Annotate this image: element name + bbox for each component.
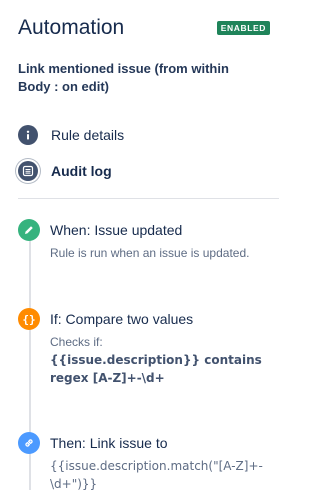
nav-label-rule-details: Rule details: [51, 127, 125, 143]
nav-label-audit-log: Audit log: [51, 163, 112, 179]
step-title: Then: Link issue to: [50, 435, 168, 451]
step-description: Checks if: {{issue.description}} contain…: [50, 333, 275, 387]
rule-name: Link mentioned issue (from within Body :…: [18, 61, 229, 94]
step-title: If: Compare two values: [50, 311, 194, 327]
list-icon: [18, 161, 38, 181]
automation-panel: Automation ENABLED Link mentioned issue …: [0, 0, 285, 495]
pencil-icon: [18, 219, 40, 241]
step-description-condition: {{issue.description}} contains regex [A-…: [50, 353, 262, 385]
divider: [18, 198, 279, 199]
link-icon: [18, 432, 40, 454]
step-description: {{issue.description.match("[A-Z]+-\d+")}…: [50, 459, 263, 491]
step-title: When: Issue updated: [50, 222, 183, 238]
status-badge: ENABLED: [216, 21, 270, 35]
page-title: Automation: [18, 16, 125, 39]
panel-header: Automation ENABLED: [18, 14, 273, 44]
nav-item-rule-details[interactable]: Rule details: [18, 123, 258, 147]
step-description-prefix: Checks if:: [50, 335, 103, 349]
step-description: Rule is run when an issue is updated.: [50, 246, 250, 260]
info-icon: [18, 125, 38, 145]
nav-item-audit-log[interactable]: Audit log: [18, 159, 258, 183]
braces-icon: {}: [18, 308, 40, 330]
